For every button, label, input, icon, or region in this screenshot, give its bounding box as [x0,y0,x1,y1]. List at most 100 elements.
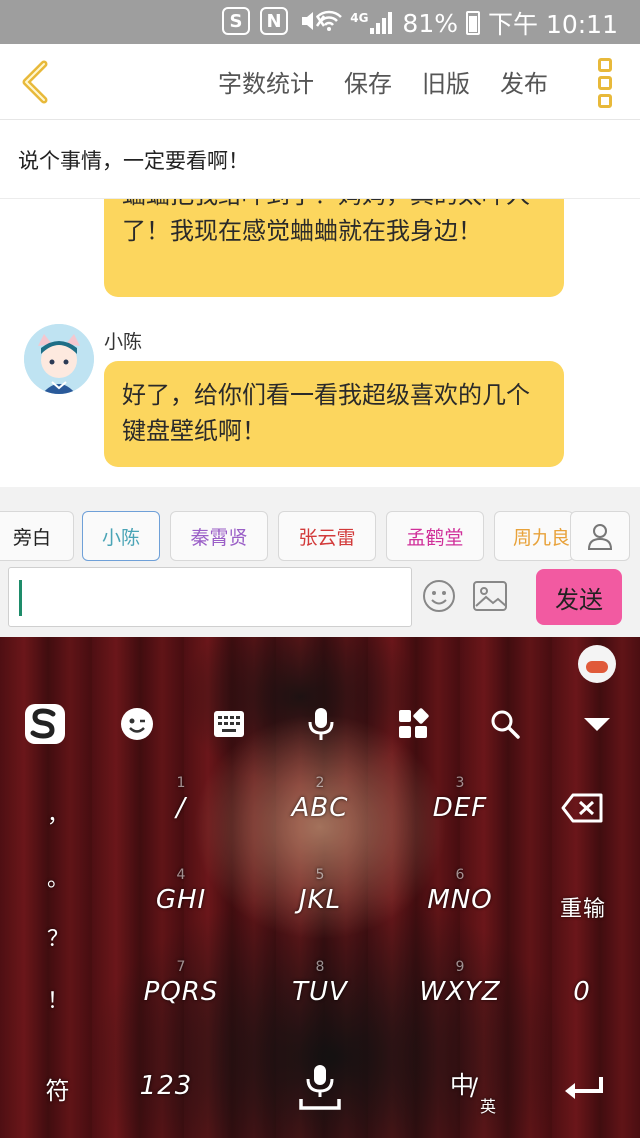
key-number: 2 [315,775,325,791]
message-text: 蛐蛐把我给吓到了！妈妈，真的太吓人了！我现在感觉蛐蛐就在我身边！ [122,199,530,245]
editor-toolbar: 字数统计 保存 旧版 发布 [0,44,640,120]
message-bubble[interactable]: 好了，给你们看一看我超级喜欢的几个键盘壁纸啊！ [104,361,564,467]
message-text: 好了，给你们看一看我超级喜欢的几个键盘壁纸啊！ [122,381,530,445]
key-8-tuv[interactable]: 8 TUV [270,959,370,1007]
back-icon[interactable] [16,58,56,106]
backspace-icon [561,793,603,823]
keyboard-toolbar [0,701,640,751]
backspace-key[interactable] [556,793,608,827]
emoji-face-icon[interactable] [114,701,160,747]
old-version-button[interactable]: 旧版 [422,64,470,99]
battery-icon [466,11,480,35]
key-1[interactable]: 1 / [136,775,226,823]
message-input[interactable] [8,567,412,627]
reenter-key[interactable]: 重输 [548,891,618,923]
punct-comma-key[interactable]: ， [46,797,70,829]
space-key[interactable] [290,1063,350,1115]
sogou-status-icon: S [222,7,250,35]
symbols-key[interactable]: 符 [36,1071,80,1106]
key-number: 3 [455,775,465,791]
role-tab-xiaochen[interactable]: 小陈 [82,511,160,561]
save-button[interactable]: 保存 [344,64,392,99]
key-number: 4 [176,867,186,883]
key-label: ABC [291,793,349,823]
language-switch-key[interactable]: 中 / 英 [444,1063,508,1117]
punct-exclaim-key[interactable]: ！ [46,983,70,1015]
key-label: JKL [298,885,342,915]
nfc-icon: N [260,7,288,35]
key-label: DEF [432,793,488,823]
key-label: 123 [139,1071,193,1101]
key-number: 6 [455,867,465,883]
network-type: 4G [350,11,369,25]
role-label: 小陈 [101,526,140,549]
role-selector: 旁白 小陈 秦霄贤 张云雷 孟鹤堂 周九良 [0,487,640,563]
sogou-keyboard: ， 。 ？ ！ 1 / 2 ABC 3 DEF 4 GHI 5 JKL 6 MN… [0,637,640,1138]
avatar[interactable] [24,324,94,394]
hide-keyboard-icon[interactable] [574,701,620,747]
key-3-def[interactable]: 3 DEF [410,775,510,823]
role-tab-pangbai[interactable]: 旁白 [0,511,74,561]
lang-en-label: 英 [480,1097,497,1116]
keyboard-mascot-icon[interactable] [578,645,616,683]
composer: 发送 [0,563,640,637]
role-tab-zhangyunlei[interactable]: 张云雷 [278,511,376,561]
chat-area[interactable]: 蛐蛐把我给吓到了！妈妈，真的太吓人了！我现在感觉蛐蛐就在我身边！ 小陈 好了，给… [0,199,640,487]
clock: 下午 10:11 [488,10,618,39]
key-5-jkl[interactable]: 5 JKL [270,867,370,915]
role-label: 周九良 [513,526,571,549]
role-tab-qinxiaoxian[interactable]: 秦霄贤 [170,511,268,561]
keyboard-layout-icon[interactable] [206,701,252,747]
role-label: 旁白 [12,526,51,549]
key-label: MNO [427,885,493,915]
key-number: 1 [176,775,186,791]
role-tab-menghetang[interactable]: 孟鹤堂 [386,511,484,561]
role-label: 秦霄贤 [190,526,248,549]
sogou-logo-icon[interactable] [22,701,68,747]
punct-period-key[interactable]: 。 [46,861,70,893]
enter-icon [565,1077,603,1099]
message-bubble[interactable]: 蛐蛐把我给吓到了！妈妈，真的太吓人了！我现在感觉蛐蛐就在我身边！ [104,199,564,297]
key-label: / [176,793,186,823]
key-0[interactable]: 0 [556,977,608,1007]
lang-slash: / [470,1073,479,1101]
key-2-abc[interactable]: 2 ABC [270,775,370,823]
key-9-wxyz[interactable]: 9 WXYZ [410,959,510,1007]
more-menu-icon[interactable] [598,58,618,108]
key-number: 7 [176,959,186,975]
wifi-icon [316,8,343,38]
role-label: 孟鹤堂 [406,526,464,549]
word-count-button[interactable]: 字数统计 [218,64,314,99]
space-mic-icon [299,1065,341,1110]
key-number: 5 [315,867,325,883]
key-number: 8 [315,959,325,975]
numbers-key[interactable]: 123 [128,1071,204,1101]
key-label: WXYZ [419,977,501,1007]
image-icon[interactable] [472,579,508,613]
emoji-icon[interactable] [422,579,456,613]
signal-icon [370,12,394,34]
key-label: 0 [573,977,591,1007]
status-bar: S N 4G 81% 下午 10:11 [0,0,640,44]
publish-button[interactable]: 发布 [500,64,548,99]
key-4-ghi[interactable]: 4 GHI [136,867,226,915]
battery-percent: 81% [402,8,458,38]
story-title-bar[interactable]: 说个事情，一定要看啊！ [0,121,640,199]
text-caret [19,580,22,616]
key-label: PQRS [143,977,219,1007]
key-7-pqrs[interactable]: 7 PQRS [136,959,226,1007]
key-label: 符 [45,1077,71,1105]
enter-key[interactable] [558,1073,608,1107]
key-label: TUV [292,977,348,1007]
voice-input-icon[interactable] [298,701,344,747]
person-icon [587,524,613,550]
search-icon[interactable] [482,701,528,747]
punct-question-key[interactable]: ？ [46,921,70,953]
apps-grid-icon[interactable] [390,701,436,747]
role-tab-zhoujiuliang[interactable]: 周九良 [494,511,574,561]
key-number: 9 [455,959,465,975]
send-button[interactable]: 发送 [536,569,622,625]
key-6-mno[interactable]: 6 MNO [410,867,510,915]
sender-name: 小陈 [104,331,143,353]
add-role-button[interactable] [570,511,630,561]
